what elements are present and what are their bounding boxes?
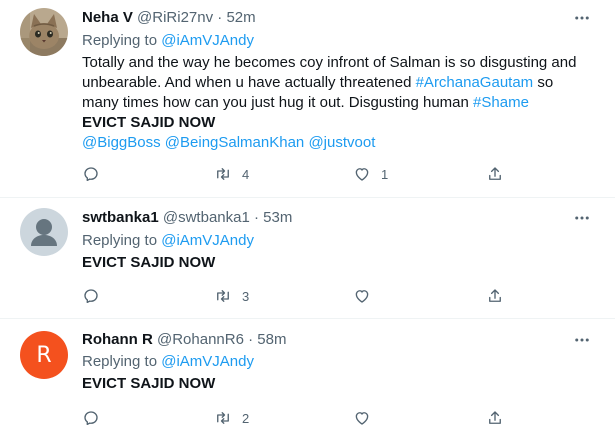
share-button[interactable] <box>486 286 504 306</box>
more-options-icon[interactable] <box>573 9 591 27</box>
replying-to-label: Replying to <box>82 32 158 49</box>
retweet-count: 2 <box>242 410 250 426</box>
separator-dot: · <box>248 331 254 348</box>
hashtag-link[interactable]: #Shame <box>473 94 529 111</box>
like-button[interactable]: 1 <box>353 164 388 184</box>
display-name[interactable]: swtbanka1 <box>82 209 159 226</box>
replying-to: Replying to @iAmVJAndy <box>82 352 254 372</box>
retweet-icon <box>217 290 229 302</box>
separator-dot: · <box>254 209 259 226</box>
mention-link[interactable]: @BiggBoss <box>82 134 161 151</box>
heart-icon <box>355 412 369 425</box>
tweet-text: EVICT SAJID NOW <box>82 253 582 273</box>
retweet-button[interactable]: 4 <box>214 164 249 184</box>
tweet-header: Neha V @RiRi27nv · 52m <box>82 8 256 28</box>
timestamp[interactable]: 53m <box>263 209 292 226</box>
user-handle[interactable]: @RohannR6 <box>157 331 244 348</box>
tweet-text-line: EVICT SAJID NOW <box>82 114 216 131</box>
timestamp[interactable]: 52m <box>226 9 255 26</box>
reply-icon <box>84 167 98 182</box>
tweet-text: Totally and the way he becomes coy infro… <box>82 53 582 153</box>
replying-to-mention[interactable]: @iAmVJAndy <box>161 232 254 249</box>
reply-button[interactable] <box>82 408 110 428</box>
share-icon <box>489 289 501 302</box>
retweet-icon <box>217 168 229 180</box>
separator-dot: · <box>217 9 223 26</box>
retweet-button[interactable]: 3 <box>214 286 249 306</box>
display-name[interactable]: Rohann R <box>82 331 153 348</box>
default-user-avatar[interactable] <box>20 208 68 256</box>
timestamp[interactable]: 58m <box>257 331 286 348</box>
like-count: 1 <box>381 166 389 182</box>
tweet-text-line: EVICT SAJID NOW <box>82 375 216 392</box>
heart-icon <box>355 290 369 303</box>
share-icon <box>489 411 501 424</box>
heart-icon <box>355 168 369 181</box>
tweet-header: Rohann R @RohannR6 · 58m <box>82 330 286 350</box>
tweet-text-line: EVICT SAJID NOW <box>82 254 216 271</box>
mention-link[interactable]: @justvoot <box>308 134 375 151</box>
cat-photo-avatar[interactable] <box>20 8 68 56</box>
replying-to-mention[interactable]: @iAmVJAndy <box>161 353 254 370</box>
share-button[interactable] <box>486 164 504 184</box>
tweet[interactable]: swtbanka1 @swtbanka1 · 53m Replying to @… <box>0 197 615 319</box>
mention-link[interactable]: @BeingSalmanKhan <box>165 134 304 151</box>
replying-to: Replying to @iAmVJAndy <box>82 231 254 251</box>
more-options-icon[interactable] <box>573 209 591 227</box>
reply-button[interactable] <box>82 286 110 306</box>
retweet-count: 4 <box>242 166 250 182</box>
replying-to-mention[interactable]: @iAmVJAndy <box>161 32 254 49</box>
share-button[interactable] <box>486 408 504 428</box>
display-name[interactable]: Neha V <box>82 9 133 26</box>
tweet-header: swtbanka1 @swtbanka1 · 53m <box>82 208 292 228</box>
avatar-letter: R <box>20 331 68 379</box>
tweet-text: EVICT SAJID NOW <box>82 374 582 394</box>
user-handle[interactable]: @swtbanka1 <box>163 209 250 226</box>
reply-icon <box>84 411 98 426</box>
like-button[interactable] <box>353 408 381 428</box>
replying-to-label: Replying to <box>82 353 158 370</box>
retweet-button[interactable]: 2 <box>214 408 249 428</box>
retweet-icon <box>217 412 229 424</box>
more-options-icon[interactable] <box>573 331 591 349</box>
retweet-count: 3 <box>242 288 250 304</box>
reply-icon <box>84 289 98 304</box>
share-icon <box>489 167 501 180</box>
replying-to-label: Replying to <box>82 232 158 249</box>
tweet[interactable]: Neha V @RiRi27nv · 52m Replying to @iAmV… <box>0 0 615 198</box>
like-button[interactable] <box>353 286 381 306</box>
reply-button[interactable] <box>82 164 110 184</box>
letter-avatar[interactable]: R <box>20 331 68 379</box>
tweet[interactable]: R Rohann R @RohannR6 · 58m Replying to @… <box>0 318 615 438</box>
replying-to: Replying to @iAmVJAndy <box>82 31 254 51</box>
hashtag-link[interactable]: #ArchanaGautam <box>416 74 534 91</box>
user-handle[interactable]: @RiRi27nv <box>137 9 213 26</box>
